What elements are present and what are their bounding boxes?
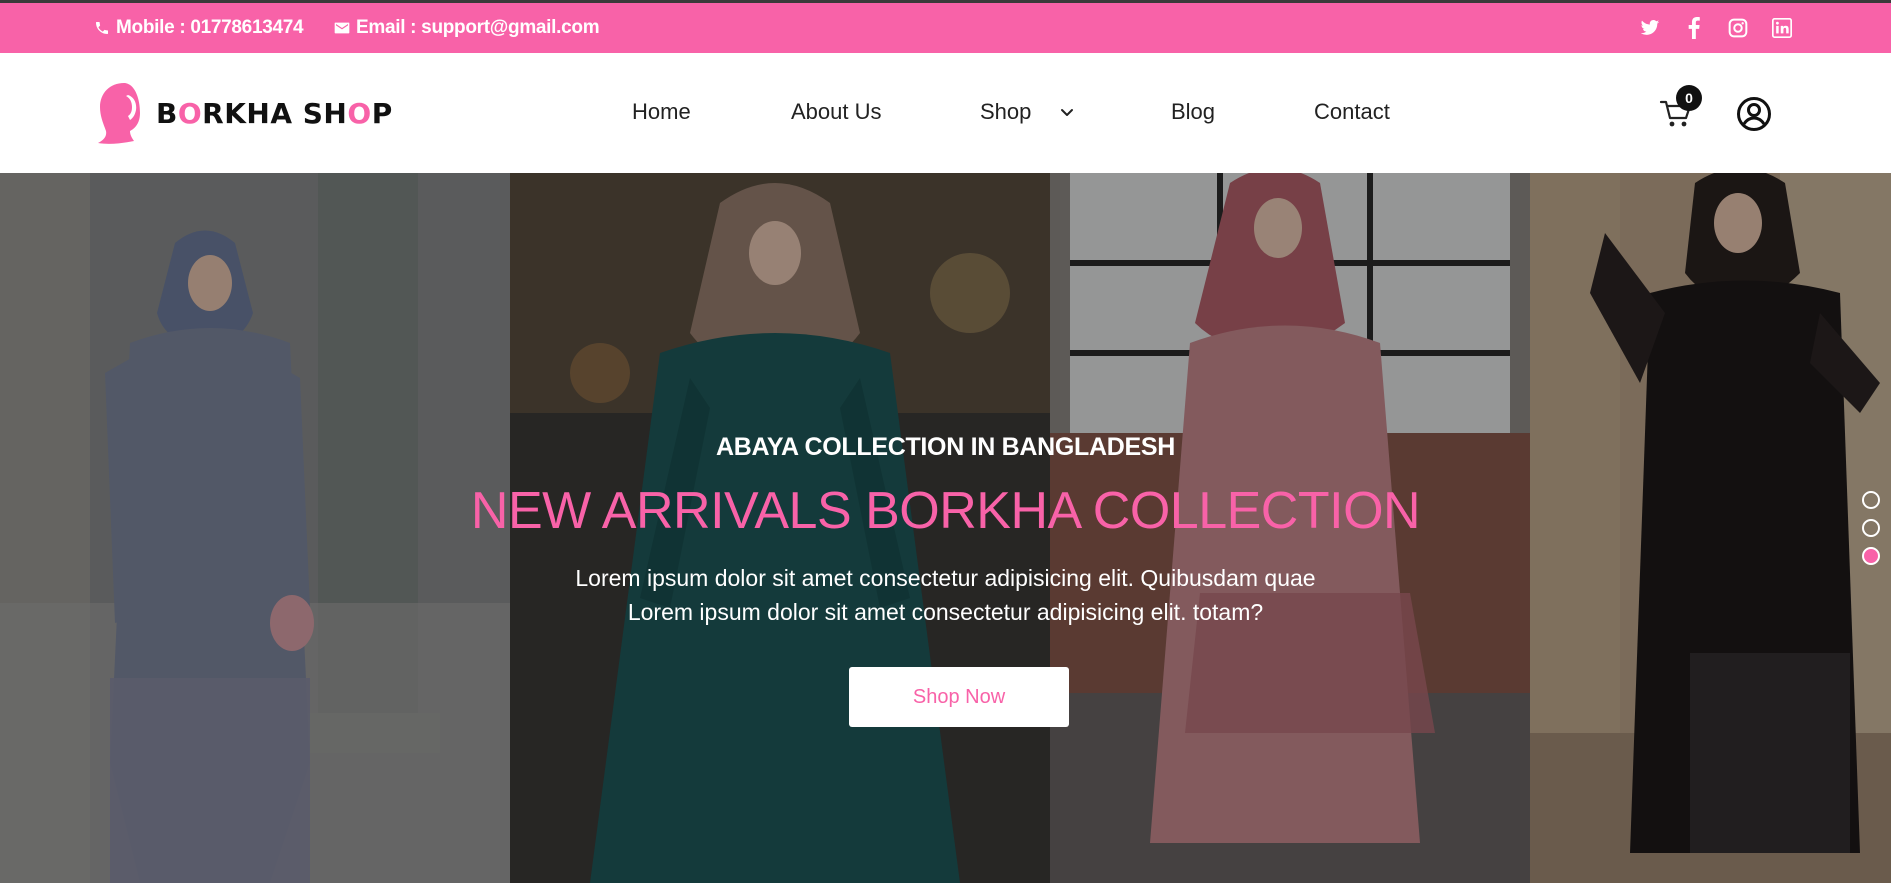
hero-description: Lorem ipsum dolor sit amet consectetur a… xyxy=(0,561,1891,629)
hijab-logo-icon xyxy=(98,83,140,144)
hero-slider: ABAYA COLLECTION IN BANGLADESH NEW ARRIV… xyxy=(0,173,1891,883)
slide-dot-3[interactable] xyxy=(1862,547,1880,565)
nav-blog[interactable]: Blog xyxy=(1171,99,1215,125)
topbar: Mobile : 01778613474 Email : support@gma… xyxy=(0,3,1891,53)
chevron-down-icon xyxy=(1060,109,1073,117)
brand-name: BORKHA SHOP xyxy=(156,96,393,130)
twitter-icon[interactable] xyxy=(1639,17,1661,39)
hero-description-line-1: Lorem ipsum dolor sit amet consectetur a… xyxy=(575,565,1316,591)
social-links xyxy=(1639,3,1793,53)
email-text: Email : support@gmail.com xyxy=(356,17,600,38)
email-contact[interactable]: Email : support@gmail.com xyxy=(334,3,600,53)
hero-description-line-2: Lorem ipsum dolor sit amet consectetur a… xyxy=(627,599,1264,625)
shop-now-button[interactable]: Shop Now xyxy=(849,667,1069,727)
facebook-icon[interactable] xyxy=(1683,17,1705,39)
user-account-icon[interactable] xyxy=(1736,96,1772,132)
nav-contact[interactable]: Contact xyxy=(1314,99,1390,125)
phone-icon xyxy=(96,22,108,34)
hero-subtitle: ABAYA COLLECTION IN BANGLADESH xyxy=(715,433,1176,461)
mail-icon xyxy=(334,22,350,34)
main-header: BORKHA SHOP Home About Us Shop Blog Cont… xyxy=(0,53,1891,173)
mobile-text: Mobile : 01778613474 xyxy=(116,17,304,38)
brand-logo[interactable]: BORKHA SHOP xyxy=(94,81,393,145)
nav-about[interactable]: About Us xyxy=(791,99,882,125)
slide-dot-1[interactable] xyxy=(1862,491,1880,509)
slider-pagination xyxy=(1862,491,1880,565)
cart-count-badge: 0 xyxy=(1676,85,1702,111)
slide-dot-2[interactable] xyxy=(1862,519,1880,537)
nav-shop-label: Shop xyxy=(980,99,1032,124)
linkedin-icon[interactable] xyxy=(1771,17,1793,39)
nav-shop[interactable]: Shop xyxy=(980,99,1074,125)
nav-home[interactable]: Home xyxy=(632,99,691,125)
hero-title: NEW ARRIVALS BORKHA COLLECTION xyxy=(470,482,1421,540)
mobile-contact[interactable]: Mobile : 01778613474 xyxy=(94,3,304,53)
instagram-icon[interactable] xyxy=(1727,17,1749,39)
